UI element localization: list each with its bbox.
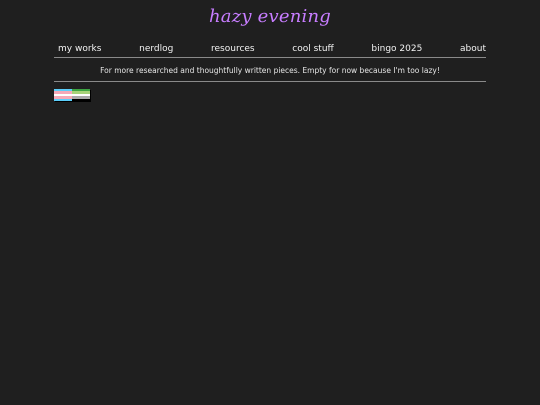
nav-bingo-2025[interactable]: bingo 2025 (371, 42, 422, 56)
page: hazy evening my works nerdlog resources … (0, 0, 540, 405)
divider-bottom (54, 81, 486, 82)
trans-flag-badge (54, 89, 72, 102)
page-intro-text: For more researched and thoughtfully wri… (100, 66, 440, 75)
aromantic-flag-badge (72, 89, 90, 102)
nav-nerdlog[interactable]: nerdlog (139, 42, 173, 56)
site-title[interactable]: hazy evening (0, 6, 540, 27)
nav-about[interactable]: about (460, 42, 486, 56)
nav-cool-stuff[interactable]: cool stuff (292, 42, 333, 56)
nav-my-works[interactable]: my works (54, 42, 101, 56)
nav-resources[interactable]: resources (211, 42, 255, 56)
flag-badges (54, 89, 90, 102)
divider-top (54, 57, 486, 58)
main-nav: my works nerdlog resources cool stuff bi… (54, 42, 486, 56)
